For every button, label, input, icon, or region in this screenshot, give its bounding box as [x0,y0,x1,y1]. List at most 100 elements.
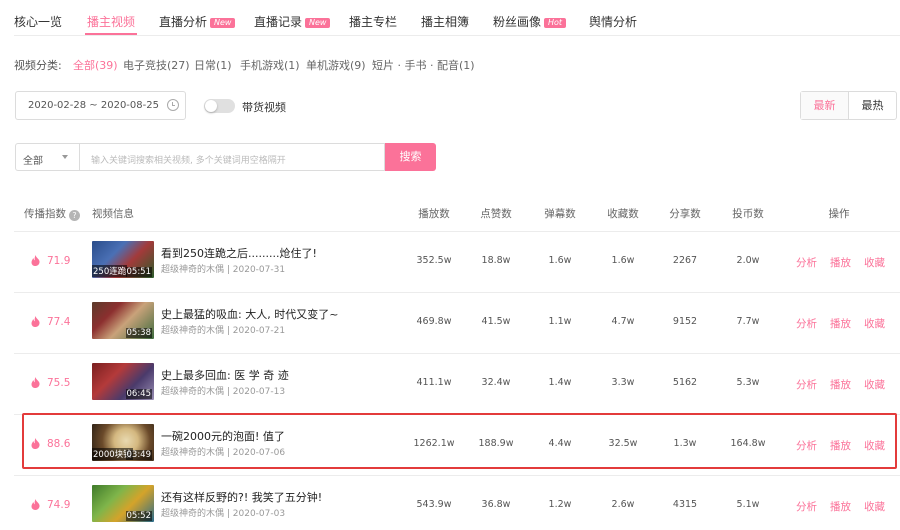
table-header: 传播指数? 视频信息 播放数 点赞数 弹幕数 收藏数 分享数 投币数 操作 [14,192,900,232]
category-label: 视频分类: [14,59,62,72]
favorite-button[interactable]: 收藏 [864,316,885,331]
sort-group: 最新 最热 [800,91,897,120]
coins-value: 2.0w [736,255,760,266]
category-mobile-games[interactable]: 手机游戏(1) [240,57,300,73]
table-row: 71.9 250连跪 05:51 看到250连跪之后.........炝住了! … [14,232,900,293]
play-button[interactable]: 播放 [830,438,851,453]
flame-icon [31,377,40,388]
new-badge: New [210,18,236,28]
search-button[interactable]: 搜索 [385,143,436,171]
video-author: 超级神奇的木偶 [161,387,225,397]
tab-articles[interactable]: 播主专栏 [349,13,397,30]
analyze-button[interactable]: 分析 [796,438,817,453]
video-meta: 超级神奇的木偶 | 2020-07-21 [161,323,285,336]
table-row: 77.4 05:38 史上最猛的吸血: 大人, 时代又变了~ 超级神奇的木偶 |… [14,293,900,354]
video-title[interactable]: 看到250连跪之后.........炝住了! [161,245,317,261]
clock-icon [167,99,179,111]
video-duration: 05:52 [125,511,152,521]
shopping-video-label: 带货视频 [242,101,286,114]
table-row: 75.5 06:45 史上最多回血: 医 学 奇 迹 超级神奇的木偶 | 202… [14,354,900,415]
header-shares: 分享数 [669,208,701,220]
video-title[interactable]: 一碗2000元的泡面! 值了 [161,428,285,444]
coins-value: 164.8w [730,438,766,449]
flame-icon [31,438,40,449]
video-thumbnail[interactable]: 05:52 [92,485,154,522]
shares-value: 9152 [672,316,698,327]
sort-hot-button[interactable]: 最热 [849,92,896,119]
meta-divider: | [224,387,233,397]
tab-core-overview[interactable]: 核心一览 [14,13,62,30]
analyze-button[interactable]: 分析 [796,316,817,331]
video-title[interactable]: 史上最猛的吸血: 大人, 时代又变了~ [161,306,338,322]
search-input[interactable] [80,143,385,171]
play-button[interactable]: 播放 [830,255,851,270]
help-icon[interactable]: ? [69,210,80,221]
tab-label: 粉丝画像 [493,15,542,29]
video-thumbnail[interactable]: 06:45 [92,363,154,400]
tab-label: 播主相簿 [421,15,470,29]
tab-label: 播主专栏 [349,15,398,29]
category-single-player[interactable]: 单机游戏(9) [306,57,366,73]
header-likes: 点赞数 [480,208,512,220]
favs-value: 4.7w [611,316,635,327]
header-coins: 投币数 [732,208,764,220]
category-esports[interactable]: 电子竞技(27) [123,57,190,73]
header-info: 视频信息 [92,208,134,220]
tab-videos[interactable]: 播主视频 [84,13,138,35]
meta-divider: | [224,265,233,275]
favs-value: 1.6w [611,255,635,266]
video-date: 2020-07-06 [232,448,286,458]
analyze-button[interactable]: 分析 [796,255,817,270]
tab-live-records[interactable]: 直播记录 New [254,13,331,30]
spread-index: 71.9 [47,255,71,267]
video-title[interactable]: 史上最多回血: 医 学 奇 迹 [161,367,289,383]
play-button[interactable]: 播放 [830,499,851,514]
analyze-button[interactable]: 分析 [796,499,817,514]
tab-label: 直播分析 [159,15,208,29]
spread-index: 74.9 [47,499,71,511]
favorite-button[interactable]: 收藏 [864,255,885,270]
favs-value: 32.5w [608,438,638,449]
tab-fan-profile[interactable]: 粉丝画像 Hot [493,13,567,30]
analyze-button[interactable]: 分析 [796,377,817,392]
video-meta: 超级神奇的木偶 | 2020-07-31 [161,262,285,275]
shopping-video-toggle[interactable] [204,99,235,113]
header-plays: 播放数 [418,208,450,220]
coins-value: 5.1w [736,499,760,510]
header-danmaku: 弹幕数 [544,208,576,220]
favorite-button[interactable]: 收藏 [864,438,885,453]
date-range-picker[interactable]: 2020-02-28 ~ 2020-08-25 [15,91,186,120]
category-shorts[interactable]: 短片 · 手书 · 配音(1) [372,57,475,73]
tab-live-analysis[interactable]: 直播分析 New [159,13,236,30]
category-all[interactable]: 全部(39) [73,57,118,73]
meta-divider: | [224,448,233,458]
category-daily[interactable]: 日常(1) [194,57,232,73]
tab-public-opinion[interactable]: 舆情分析 [589,13,637,30]
plays-value: 352.5w [416,255,452,266]
search-scope-select[interactable]: 全部 [15,143,80,171]
date-range-text: 2020-02-28 ~ 2020-08-25 [28,100,159,111]
favorite-button[interactable]: 收藏 [864,499,885,514]
video-duration: 03:49 [125,450,152,460]
video-author: 超级神奇的木偶 [161,509,225,519]
play-button[interactable]: 播放 [830,316,851,331]
table-row: 88.6 2000块钱 03:49 一碗2000元的泡面! 值了 超级神奇的木偶… [14,415,900,476]
video-date: 2020-07-31 [232,265,286,275]
plays-value: 411.1w [416,377,452,388]
video-thumbnail[interactable]: 2000块钱 03:49 [92,424,154,461]
likes-value: 188.9w [478,438,514,449]
video-thumbnail[interactable]: 250连跪 05:51 [92,241,154,278]
video-date: 2020-07-21 [232,326,286,336]
tab-albums[interactable]: 播主相簿 [421,13,469,30]
video-thumbnail[interactable]: 05:38 [92,302,154,339]
hot-badge: Hot [544,18,567,28]
video-author: 超级神奇的木偶 [161,448,225,458]
new-badge: New [305,18,331,28]
favorite-button[interactable]: 收藏 [864,377,885,392]
video-title[interactable]: 还有这样反野的?! 我笑了五分钟! [161,489,322,505]
danmaku-value: 1.6w [548,255,572,266]
sort-latest-button[interactable]: 最新 [801,92,849,119]
video-date: 2020-07-03 [232,509,286,519]
coins-value: 5.3w [736,377,760,388]
play-button[interactable]: 播放 [830,377,851,392]
